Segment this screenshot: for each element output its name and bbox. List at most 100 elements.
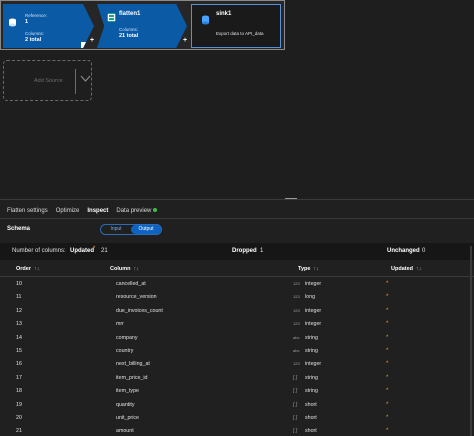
sort-icon[interactable]: ↑↓ [34,266,40,272]
type-icon: [ ] [293,388,298,395]
panel-tabs: Flatten settings Optimize Inspect Data p… [7,208,158,214]
row-order: 10 [16,281,22,287]
row-column-name: amount [116,428,134,435]
updated-marker: * [386,321,389,328]
row-column-name: item_type [116,388,139,395]
updated-header[interactable]: Updated ↑↓ [391,266,422,272]
tab-data-preview[interactable]: Data preview [116,208,151,214]
row-type: short [305,401,317,408]
table-row[interactable]: 17 item_price_id [ ] string * [0,372,474,385]
schema-label: Schema [7,226,31,232]
row-column-name: mrr [116,321,124,328]
dataflow-canvas[interactable]: Reference: 1 Columns: 2 total + flatten1… [0,0,474,198]
tab-optimize[interactable]: Optimize [56,208,80,214]
node-name: flatten1 [119,11,141,17]
tab-divider [0,218,474,219]
sink-icon [201,15,210,25]
updated-marker: * [386,401,389,408]
schema-table-body: 10 cancelled_at 123 integer * 11 resource_vers… [0,278,474,436]
node-name: Reference: [25,13,48,18]
node-columns-label: Columns: [25,31,45,36]
row-column-name: unit_price [116,414,139,421]
row-column-name: quantity [116,401,135,408]
row-order: 17 [16,374,22,381]
order-header[interactable]: Order ↑↓ [16,266,39,272]
dropped-count: 1 [260,248,264,254]
row-order: 11 [16,294,22,301]
source-node-reference[interactable]: Reference: 1 Columns: 2 total [3,4,94,48]
row-column-name: resource_version [116,294,157,301]
row-column-name: cancelled_at [116,281,146,287]
updated-header-label: Updated [391,266,413,272]
row-type: integer [305,361,322,368]
row-order: 12 [16,307,22,314]
table-row[interactable]: 15 country abc string * [0,345,474,358]
input-output-toggle[interactable]: Input Output [100,224,162,235]
divider [75,69,76,94]
add-transform-button[interactable]: + [90,37,94,44]
source-icon [8,18,17,27]
row-order: 13 [16,321,22,328]
row-order: 19 [16,401,22,408]
toggle-input[interactable]: Input [101,225,131,234]
flatten-icon [107,13,116,22]
type-icon: [ ] [293,428,298,435]
table-row[interactable]: 14 company abc string * [0,332,474,345]
type-header[interactable]: Type ↑↓ [298,266,319,272]
tab-data-preview-wrap[interactable]: Data preview [116,208,158,214]
row-type: string [305,388,318,395]
row-column-name: company [116,334,138,341]
row-type: integer [305,307,322,314]
add-transform-button[interactable]: + [183,37,187,44]
type-icon: [ ] [293,414,298,421]
node-description: Export data to API_data [216,31,264,36]
sort-icon[interactable]: ↑↓ [313,266,319,272]
table-row[interactable]: 13 mrr 123 integer * [0,318,474,331]
type-icon: 123 [293,294,300,300]
table-row[interactable]: 10 cancelled_at 123 integer * [0,278,474,291]
row-column-name: next_billing_at [116,361,150,368]
flatten-node[interactable]: flatten1 Columns: 21 total [97,4,187,48]
unchanged-label: Unchanged [387,248,420,254]
dropped-label: Dropped [232,248,257,254]
type-icon: abc [293,334,300,340]
row-column-name: item_price_id [116,374,148,381]
table-row[interactable]: 18 item_type [ ] string * [0,385,474,398]
add-source-label: Add Source [34,78,63,84]
table-row[interactable]: 20 unit_price [ ] short * [0,412,474,425]
table-row[interactable]: 16 next_billing_at 123 integer * [0,358,474,371]
status-dot-icon [153,208,158,213]
updated-marker: * [386,294,389,301]
sort-icon[interactable]: ↑↓ [416,266,422,272]
updated-marker: * [386,414,389,421]
node-marker [81,42,88,48]
table-row[interactable]: 11 resource_version 123 long * [0,291,474,304]
add-source-button[interactable]: Add Source [3,60,92,101]
toggle-output[interactable]: Output [131,225,161,234]
table-row[interactable]: 21 amount [ ] short * [0,425,474,436]
row-type: short [305,428,317,435]
dataflow-graph: Reference: 1 Columns: 2 total + flatten1… [0,0,285,50]
type-icon: [ ] [293,401,298,408]
sort-icon[interactable]: ↑↓ [133,266,139,272]
row-order: 16 [16,361,22,368]
row-type: integer [305,281,322,287]
row-type: long [305,294,316,301]
node-columns-value: 21 total [119,33,139,39]
table-row[interactable]: 12 due_invoices_count 123 integer * [0,305,474,318]
type-icon: 123 [293,361,300,367]
scrollbar[interactable] [470,246,472,436]
unchanged-count: 0 [422,248,426,254]
column-header[interactable]: Column ↑↓ [110,266,139,272]
row-type: integer [305,321,322,328]
node-id: 1 [25,19,29,25]
tab-inspect[interactable]: Inspect [87,208,108,214]
chevron-down-icon[interactable] [80,74,91,86]
type-header-label: Type [298,266,311,272]
row-order: 15 [16,347,22,354]
updated-marker: * [386,374,389,381]
sink-node[interactable]: sink1 Export data to API_data [191,4,281,48]
table-row[interactable]: 19 quantity [ ] short * [0,399,474,412]
tab-flatten-settings[interactable]: Flatten settings [7,208,48,214]
updated-marker-icon: * [93,246,96,252]
